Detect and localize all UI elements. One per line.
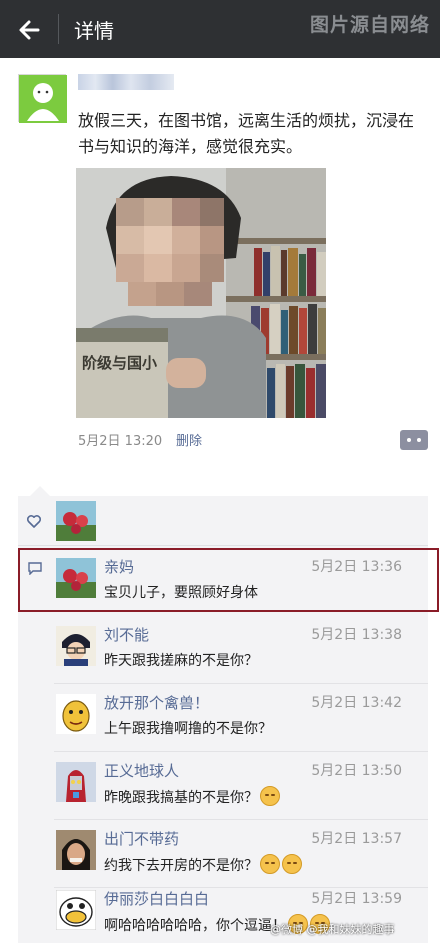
commenter-avatar[interactable]	[56, 694, 96, 734]
poster-avatar[interactable]	[18, 74, 67, 123]
top-bar: 详情 图片源自网络	[0, 0, 440, 58]
commenter-name[interactable]: 出门不带药	[104, 828, 179, 849]
commenter-avatar[interactable]	[56, 890, 96, 930]
comment-time: 5月2日 13:42	[311, 695, 402, 711]
liker-avatar[interactable]	[56, 501, 96, 541]
comment-text-content: 啊哈哈哈哈哈哈，你个逗逼！	[104, 918, 286, 934]
comment-time: 5月2日 13:57	[311, 831, 402, 847]
book-title: 阶级与国小	[82, 354, 157, 372]
comment-text: 上午跟我撸啊撸的不是你？	[104, 721, 272, 737]
relieved-emoji-icon	[282, 854, 302, 874]
comment-row[interactable]: 放开那个禽兽！ 5月2日 13:42 上午跟我撸啊撸的不是你？	[18, 684, 428, 752]
commenter-name[interactable]: 正义地球人	[104, 760, 179, 781]
poster-name-blurred[interactable]	[78, 74, 174, 90]
watermark-text: 图片源自网络	[309, 14, 430, 36]
page-title: 详情	[74, 19, 114, 43]
relieved-emoji-icon	[260, 854, 280, 874]
commenter-avatar[interactable]	[56, 626, 96, 666]
dot-icon	[417, 438, 421, 442]
comment-time: 5月2日 13:59	[311, 891, 402, 907]
comment-row[interactable]: 刘不能 5月2日 13:38 昨天跟我搓麻的不是你？	[18, 616, 428, 684]
commenter-name[interactable]: 伊丽莎白白白白	[104, 888, 209, 909]
delete-link[interactable]: 删除	[176, 430, 202, 449]
back-arrow-icon[interactable]	[14, 14, 46, 46]
comment-time: 5月2日 13:50	[311, 763, 402, 779]
comment-row[interactable]: 出门不带药 5月2日 13:57 约我下去开房的不是你？	[18, 820, 428, 888]
commenter-avatar[interactable]	[56, 762, 96, 802]
post-time: 5月2日 13:20	[78, 434, 163, 449]
comment-text-content: 约我下去开房的不是你？	[104, 858, 258, 874]
header-divider	[58, 14, 59, 44]
commenter-avatar[interactable]	[56, 830, 96, 870]
comment-row[interactable]: 正义地球人 5月2日 13:50 昨晚跟我搞基的不是你？	[18, 752, 428, 820]
commenter-name[interactable]: 刘不能	[104, 624, 149, 645]
highlight-box	[18, 548, 439, 612]
dot-icon	[407, 438, 411, 442]
post-text: 放假三天，在图书馆，远离生活的烦扰，沉浸在书与知识的海洋，感觉很充实。	[78, 111, 415, 156]
unamused-emoji-icon	[260, 786, 280, 806]
default-avatar-icon	[19, 75, 67, 123]
weibo-watermark: @微博 @我和妹妹的趣事	[270, 923, 395, 936]
commenter-name[interactable]: 放开那个禽兽！	[104, 692, 209, 713]
comment-time: 5月2日 13:38	[311, 627, 402, 643]
comment-text-content: 昨晚跟我搞基的不是你？	[104, 790, 258, 806]
comment-action-button[interactable]	[400, 430, 428, 450]
heart-icon	[26, 515, 42, 528]
post-photo[interactable]: 阶级与国小	[76, 168, 326, 418]
comment-text: 约我下去开房的不是你？	[104, 854, 302, 875]
likes-row	[18, 496, 428, 546]
comment-text: 昨天跟我搓麻的不是你？	[104, 653, 258, 669]
comment-text: 昨晚跟我搞基的不是你？	[104, 786, 280, 807]
panel-pointer	[30, 486, 50, 496]
